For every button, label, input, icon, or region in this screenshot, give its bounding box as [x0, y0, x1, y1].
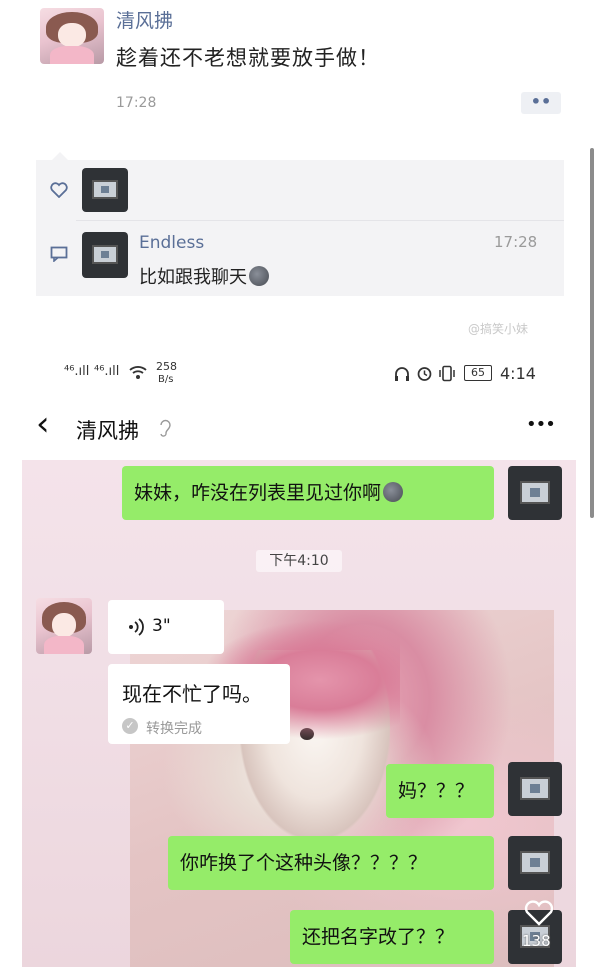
chat-timestamp: 下午4:10 [256, 550, 342, 572]
watermark: @搞笑小妹 [468, 322, 529, 336]
message-bubble-outgoing[interactable]: 你咋换了个这种头像？？？？ [168, 836, 494, 890]
message-text: 还把名字改了？？ [302, 926, 455, 948]
my-avatar[interactable] [508, 762, 562, 816]
divider [76, 220, 564, 221]
comment-icon [50, 246, 68, 262]
like-heart-icon[interactable] [524, 900, 554, 926]
emoji-icon [383, 482, 404, 502]
battery-icon: 65 [464, 365, 492, 381]
liker-avatar[interactable] [82, 168, 128, 212]
commenter-avatar[interactable] [82, 232, 128, 278]
message-text: 你咋换了个这种头像？？？？ [180, 852, 428, 874]
ear-icon [160, 419, 171, 437]
chat-more-button[interactable]: ••• [526, 414, 556, 435]
post-text: 趁着还不老想就要放手做！ [116, 46, 380, 70]
voice-duration: 3" [152, 616, 171, 636]
message-bubble-outgoing[interactable]: 还把名字改了？？ [290, 910, 494, 964]
chat-title: 清风拂 [76, 419, 139, 443]
transcript-status: 转换完成 [146, 721, 202, 737]
chat-header: ‹ 清风拂 ••• [22, 398, 576, 460]
transcript-text: 现在不忙了吗。 [122, 682, 262, 706]
vibrate-icon [439, 365, 455, 382]
clock-time: 4:14 [500, 364, 536, 383]
commenter-name[interactable]: Endless [139, 233, 204, 253]
headphone-icon [395, 367, 409, 381]
signal-icon-2: ⁴⁶.ıll [94, 364, 120, 379]
contact-avatar[interactable] [36, 598, 92, 654]
author-name[interactable]: 清风拂 [116, 6, 173, 33]
author-avatar[interactable] [40, 8, 104, 64]
like-count: 138 [522, 932, 551, 950]
comment-text: 比如跟我聊天 [139, 267, 247, 288]
voice-message-bubble[interactable]: 3" [108, 600, 224, 654]
my-avatar[interactable] [508, 466, 562, 520]
net-speed-value: 258 [156, 360, 177, 373]
net-speed-unit: B/s [158, 374, 174, 385]
status-bar: ⁴⁶.ıll ⁴⁶.ıll 258 B/s 65 4:14 [22, 352, 576, 398]
interaction-panel: Endless 17:28 比如跟我聊天 [36, 152, 564, 296]
emoji-icon [249, 266, 269, 286]
chat-area: 妹妹，咋没在列表里见过你啊 下午4:10 3" 现在不忙了吗。 ✓ 转换完成 妈… [22, 460, 576, 967]
more-options-button[interactable]: •• [521, 92, 561, 114]
check-icon: ✓ [122, 718, 138, 734]
signal-icon-1: ⁴⁶.ıll [64, 364, 90, 379]
comment-content: 比如跟我聊天 [139, 263, 269, 289]
heart-icon [50, 182, 68, 198]
back-button[interactable]: ‹ [36, 404, 50, 444]
comment-time: 17:28 [494, 233, 538, 251]
post-time: 17:28 [116, 95, 157, 111]
message-text: 妈？？？ [398, 780, 475, 802]
scrollbar[interactable] [590, 148, 594, 518]
wifi-icon [129, 366, 147, 379]
message-text: 妹妹，咋没在列表里见过你啊 [134, 482, 382, 504]
message-bubble-outgoing[interactable]: 妹妹，咋没在列表里见过你啊 [122, 466, 494, 520]
voice-transcript-bubble[interactable]: 现在不忙了吗。 ✓ 转换完成 [108, 664, 290, 744]
voice-icon [129, 618, 144, 636]
alarm-icon [417, 367, 432, 381]
my-avatar[interactable] [508, 836, 562, 890]
message-bubble-outgoing[interactable]: 妈？？？ [386, 764, 494, 818]
